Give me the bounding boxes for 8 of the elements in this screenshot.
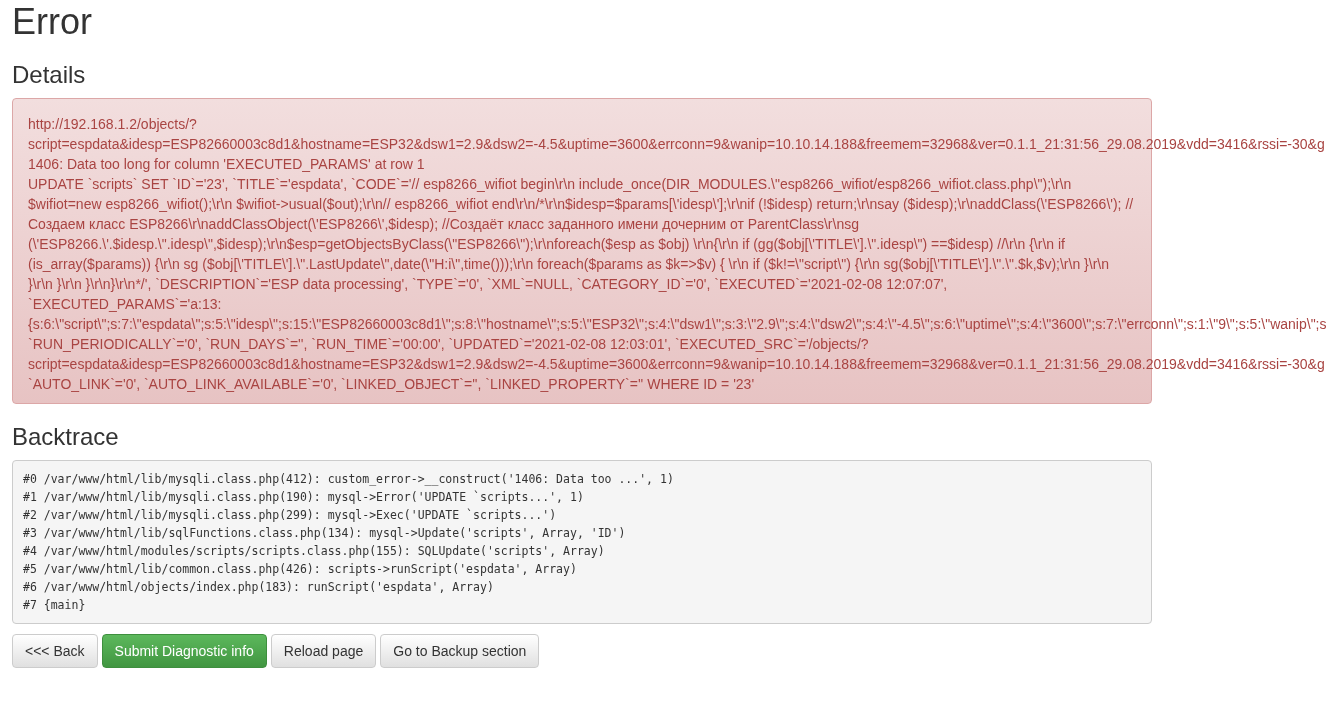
action-button[interactable]: <<< Back: [12, 634, 98, 668]
action-button[interactable]: Reload page: [270, 634, 377, 668]
section-heading: Details: [12, 62, 87, 88]
error-message: http://192.168.1.2/objects/? script=espdata&idesp=ESP82660003c8d1&hostname=ESP32&dsw1=2.9&dsw2=-4.5&uptime=3600&errconn=9&wanip=10.10.14.188&freemem=32968&ver=0.1.1_21:31:56_29.08.2019&vdd=3416&rssi=-30&g 1406: Data too long for column 'EXECUTED_PARAMS' at row 1 UPDATE `scripts` SET `ID`='23', `TITLE`='espdata', `CODE`='// esp8266_wifiot begin\r\n include_once(DIR_MODULES.\"esp8266_wifiot/esp8266_wifiot.class.php\");\r\n $wifiot=new esp8266_wifiot();\r\n $wifiot->usual($out);\r\n// esp8266_wifiot end\r\n/*\r\n$idesp=$params[\'idesp\'];\r\nif (!$idesp) return;\r\nsay ($idesp);\r\naddClass(\'ESP8266\'); // Создаем класс ESP8266\r\naddClassObject(\'ESP8266\',$idesp); //Создаёт класс заданного имени дочерним от ParentClass\r\nsg (\'ESP8266.\'.$idesp.\".idesp\",$idesp);\r\n$esp=getObjectsByClass(\"ESP8266\");\r\nforeach($esp as $obj) \r\n{\r\n if (gg($obj[\'TITLE\'].\".idesp\") ==$idesp) //\r\n {\r\n if (is_array($params)) {\r\n sg ($obj[\'TITLE\'].\".LastUpdate\",date(\"H:i\",time()));\r\n foreach($params as $k=>$v) { \r\n if ($k!=\"script\") {\r\n sg($obj[\'TITLE\'].\".\".$k,$v);\r\n }\r\n }\r\n }\r\n }\r\n}\r\n*/', `DESCRIPTION`='ESP data processing', `TYPE`='0', `XML`=NULL, `CATEGORY_ID`='0', `EXECUTED`='2021-02-08 12:07:07', `EXECUTED_PARAMS`='a:13: {s:6:\"script\";s:7:\"espdata\";s:5:\"idesp\";s:15:\"ESP82660003c8d1\";s:8:\"hostname\";s:5:\"ESP32\";s:4:\"dsw1\";s:3:\"2.9\";s:4:\"dsw2\";s:4:\"-4.5\";s:6:\"uptime\";s:4:\"3600\";s:7:\"errconn\";s:1:\"9\";s:5:\"wanip\";s `RUN_PERIODICALLY`='0', `RUN_DAYS`='', `RUN_TIME`='00:00', `UPDATED`='2021-02-08 12:03:01', `EXECUTED_SRC`='/objects/? script=espdata&idesp=ESP82660003c8d1&hostname=ESP32&dsw1=2.9&dsw2=-4.5&uptime=3600&errconn=9&wanip=10.10.14.188&freemem=32968&ver=0.1.1_21:31:56_29.08.2019&vdd=3416&rssi=-30&g `AUTO_LINK`='0', `AUTO_LINK_AVAILABLE`='0', `LINKED_OBJECT`='', `LINKED_PROPERTY`='' WHERE ID = '23': [28, 115, 1327, 394]
action-button[interactable]: Go to Backup section: [380, 634, 540, 668]
page-title: Error: [12, 0, 93, 42]
backtrace-text: #0 /var/www/html/lib/mysqli.class.php(412): custom_error->__construct('1406: Data too ...', 1) #1 /var/www/html/lib/mysqli.class.php(190): mysql->Error('UPDATE `scripts...', 1) #2 /var/www/html/lib/mysqli.class.php(299): mysql->Exec('UPDATE `scripts...') #3 /var/www/html/lib/sqlFunctions.class.php(134): mysql->Update('scripts', Array, 'ID') #4 /var/www/html/modules/scripts/scripts.class.php(155): SQLUpdate('scripts', Array) #5 /var/www/html/lib/common.class.php(426): scripts->runScript('espdata', Array) #6 /var/www/html/objects/index.php(183): runScript('espdata', Array) #7 {main}: [12, 460, 1152, 624]
section-heading: Backtrace: [12, 424, 120, 450]
